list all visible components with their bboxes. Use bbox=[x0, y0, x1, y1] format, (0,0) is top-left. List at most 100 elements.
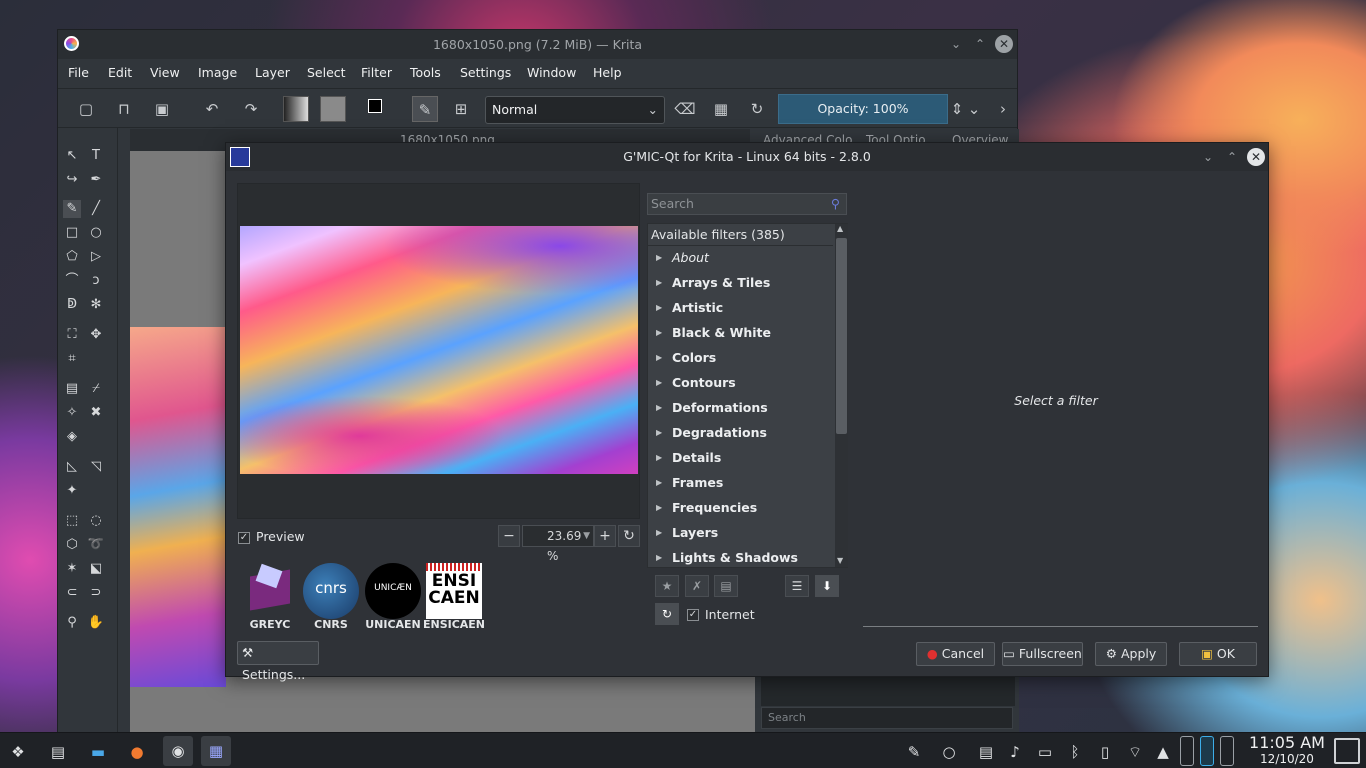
krita-title-bar[interactable]: 1680x1050.png (7.2 MiB) — Krita bbox=[58, 30, 1017, 59]
filter-category-lights-shadows[interactable]: ▶ Lights & Shadows bbox=[648, 546, 833, 570]
opacity-slider[interactable]: Opacity: 100% bbox=[778, 94, 948, 124]
filter-category-degradations[interactable]: ▶ Degradations bbox=[648, 421, 833, 445]
fullscreen-button[interactable]: ▭ Fullscreen bbox=[1002, 642, 1083, 666]
menu-settings[interactable]: Settings bbox=[460, 65, 511, 80]
task-manager-icon[interactable]: ▤ bbox=[47, 741, 69, 763]
polygon-tool-icon[interactable]: ⬠ bbox=[63, 248, 81, 266]
clipboard-icon[interactable]: ▤ bbox=[975, 741, 997, 763]
similar-selection-icon[interactable]: ⬕ bbox=[87, 560, 105, 578]
move-tool-icon[interactable]: ✥ bbox=[87, 326, 105, 344]
krita-task-icon[interactable]: ◉ bbox=[163, 736, 193, 766]
menu-tools[interactable]: Tools bbox=[410, 65, 441, 80]
filter-category-frequencies[interactable]: ▶ Frequencies bbox=[648, 496, 833, 520]
zoom-tool-icon[interactable]: ⚲ bbox=[63, 614, 81, 632]
text-tool-icon[interactable]: T bbox=[87, 147, 105, 165]
filter-category-details[interactable]: ▶ Details bbox=[648, 446, 833, 470]
new-document-icon[interactable]: ▢ bbox=[73, 96, 99, 122]
gmic-title-bar[interactable]: G'MIC-Qt for Krita - Linux 64 bits - 2.8… bbox=[226, 143, 1268, 171]
filter-category-arrays-tiles[interactable]: ▶ Arrays & Tiles bbox=[648, 271, 833, 295]
pen-tablet-icon[interactable]: ✎ bbox=[903, 741, 925, 763]
calligraphy-tool-icon[interactable]: ✒ bbox=[87, 171, 105, 189]
opacity-spin-icon[interactable]: ⇕ bbox=[950, 96, 964, 122]
eraser-icon[interactable]: ⌫ bbox=[672, 96, 698, 122]
gmic-task-icon[interactable]: ▦ bbox=[201, 736, 231, 766]
brush-presets-strip[interactable] bbox=[761, 674, 1015, 706]
assistant-tool-icon[interactable]: ◺ bbox=[63, 458, 81, 476]
rename-fave-icon[interactable]: ▤ bbox=[714, 575, 738, 597]
open-folder-icon[interactable]: ⊓ bbox=[111, 96, 137, 122]
menu-image[interactable]: Image bbox=[198, 65, 237, 80]
settings-button[interactable]: ⚒ Settings... bbox=[237, 641, 319, 682]
colorize-mask-tool-icon[interactable]: ✖ bbox=[87, 404, 105, 422]
zoom-out-icon[interactable]: − bbox=[498, 525, 520, 547]
usb-device-icon[interactable]: ▯ bbox=[1094, 741, 1116, 763]
wifi-icon[interactable]: ⌔ bbox=[1124, 741, 1146, 763]
toolbar-extension-icon[interactable]: › bbox=[994, 96, 1012, 122]
scroll-up-icon[interactable]: ▲ bbox=[837, 224, 843, 233]
filter-category-about[interactable]: ▶ About bbox=[648, 246, 833, 270]
color-picker-tool-icon[interactable]: ⌿ bbox=[87, 380, 105, 398]
filter-category-frames[interactable]: ▶ Frames bbox=[648, 471, 833, 495]
rectangular-selection-icon[interactable]: ⬚ bbox=[63, 512, 81, 530]
freehand-brush-tool-icon[interactable]: ✎ bbox=[63, 200, 81, 218]
smart-patch-tool-icon[interactable]: ✧ bbox=[63, 404, 81, 422]
preview-checkbox[interactable]: ✓ bbox=[238, 532, 250, 544]
maximize-icon[interactable]: ⌃ bbox=[1223, 148, 1241, 166]
gradient-preset-icon[interactable] bbox=[283, 96, 309, 122]
file-manager-icon[interactable]: ▬ bbox=[87, 741, 109, 763]
zoom-in-icon[interactable]: + bbox=[594, 525, 616, 547]
remove-fave-icon[interactable]: ✗ bbox=[685, 575, 709, 597]
close-icon[interactable]: ✕ bbox=[995, 35, 1013, 53]
menu-view[interactable]: View bbox=[150, 65, 180, 80]
blend-mode-select[interactable]: Normal ⌄ bbox=[485, 96, 665, 124]
preview-image[interactable] bbox=[240, 226, 638, 474]
redo-icon[interactable]: ↷ bbox=[238, 96, 264, 122]
chevron-down-icon[interactable]: ⌄ bbox=[966, 96, 982, 122]
internet-checkbox[interactable]: ✓ bbox=[687, 609, 699, 621]
brush-presets-grid-icon[interactable]: ⊞ bbox=[448, 96, 474, 122]
transform-tool-icon[interactable]: ⛶ bbox=[63, 326, 81, 344]
select-shapes-tool-icon[interactable]: ↖ bbox=[63, 147, 81, 165]
expand-all-icon[interactable]: ⬇ bbox=[815, 575, 839, 597]
maximize-icon[interactable]: ⌃ bbox=[971, 35, 989, 53]
zoom-reset-icon[interactable]: ↻ bbox=[618, 525, 640, 547]
polygonal-selection-icon[interactable]: ⬡ bbox=[63, 536, 81, 554]
filter-category-artistic[interactable]: ▶ Artistic bbox=[648, 296, 833, 320]
fg-bg-color-icon[interactable] bbox=[366, 96, 392, 122]
gradient-tool-icon[interactable]: ▤ bbox=[63, 380, 81, 398]
ok-button[interactable]: ▣ OK bbox=[1179, 642, 1257, 666]
menu-file[interactable]: File bbox=[68, 65, 89, 80]
reload-preset-icon[interactable]: ↻ bbox=[744, 96, 770, 122]
clock[interactable]: 11:05 AM 12/10/20 bbox=[1244, 734, 1330, 767]
filter-category-black-white[interactable]: ▶ Black & White bbox=[648, 321, 833, 345]
brush-preset-icon[interactable]: ✎ bbox=[412, 96, 438, 122]
menu-window[interactable]: Window bbox=[527, 65, 576, 80]
minimize-icon[interactable]: ⌄ bbox=[947, 35, 965, 53]
virtual-desktop-2[interactable] bbox=[1200, 736, 1214, 766]
undo-icon[interactable]: ↶ bbox=[199, 96, 225, 122]
crop-tool-icon[interactable]: ⌗ bbox=[63, 350, 81, 368]
filter-tree-scroll-thumb[interactable] bbox=[836, 238, 847, 434]
circle-status-icon[interactable]: ○ bbox=[938, 741, 960, 763]
bezier-tool-icon[interactable]: ⌒ bbox=[63, 272, 81, 290]
save-icon[interactable]: ▣ bbox=[149, 96, 175, 122]
filter-search-input[interactable]: Search ⚲ bbox=[647, 193, 847, 215]
apply-button[interactable]: ⚙ Apply bbox=[1095, 642, 1167, 666]
brush-search-input[interactable]: Search bbox=[761, 707, 1013, 729]
firefox-icon[interactable]: ● bbox=[126, 741, 148, 763]
app-launcher-icon[interactable]: ❖ bbox=[7, 741, 29, 763]
add-fave-icon[interactable]: ★ bbox=[655, 575, 679, 597]
filter-category-deformations[interactable]: ▶ Deformations bbox=[648, 396, 833, 420]
minimize-icon[interactable]: ⌄ bbox=[1199, 148, 1217, 166]
battery-icon[interactable]: ▭ bbox=[1034, 741, 1056, 763]
menu-help[interactable]: Help bbox=[593, 65, 622, 80]
filter-category-layers[interactable]: ▶ Layers bbox=[648, 521, 833, 545]
line-tool-icon[interactable]: ╱ bbox=[87, 200, 105, 218]
system-tray-expand-icon[interactable]: ▲ bbox=[1152, 741, 1174, 763]
elliptical-selection-icon[interactable]: ◌ bbox=[87, 512, 105, 530]
freehand-selection-icon[interactable]: ➰ bbox=[87, 536, 105, 554]
filter-category-contours[interactable]: ▶ Contours bbox=[648, 371, 833, 395]
reference-images-tool-icon[interactable]: ✦ bbox=[63, 482, 81, 500]
alpha-lock-icon[interactable]: ▦ bbox=[708, 96, 734, 122]
filter-category-colors[interactable]: ▶ Colors bbox=[648, 346, 833, 370]
